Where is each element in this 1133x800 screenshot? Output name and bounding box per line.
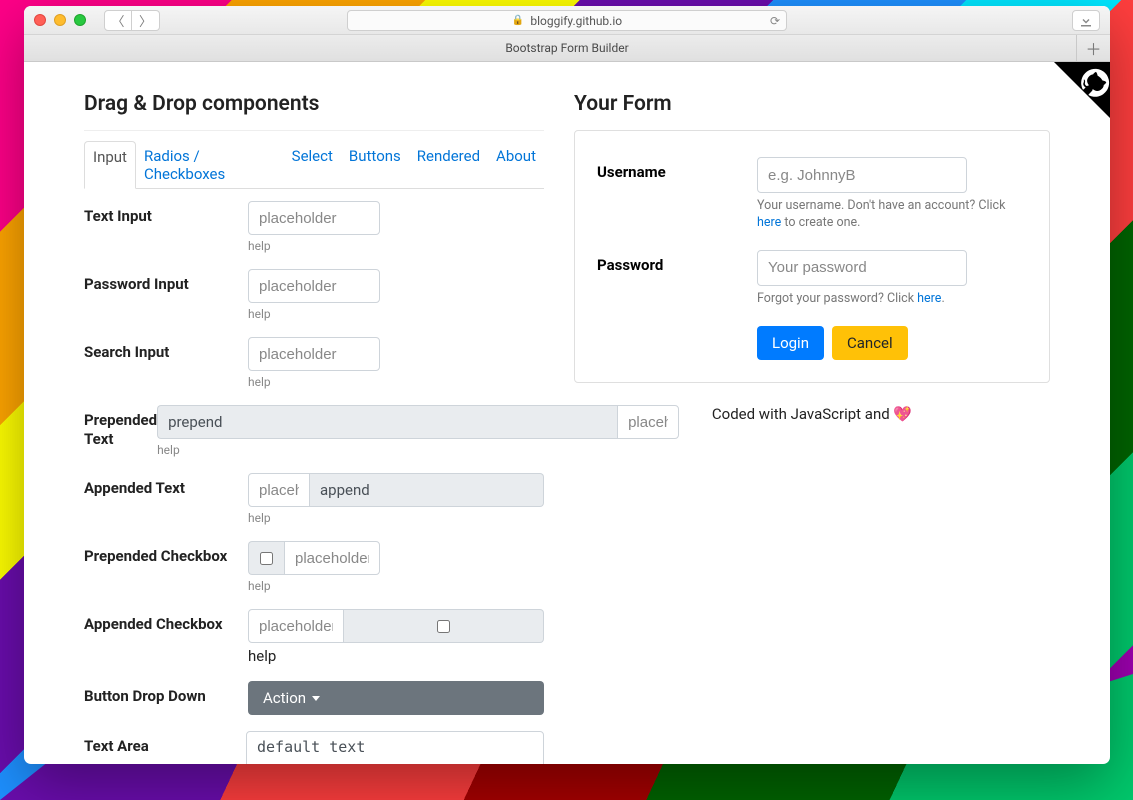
tab-input[interactable]: Input (84, 141, 136, 189)
reload-icon[interactable]: ⟳ (770, 14, 780, 28)
forgot-password-link[interactable]: here (917, 291, 941, 306)
page-footer: Coded with JavaScript and 💖 (574, 405, 1050, 423)
username-hint: Your username. Don't have an account? Cl… (757, 198, 1027, 232)
component-search-input[interactable]: Search Input help (84, 337, 544, 389)
form-actions: Login Cancel (757, 326, 1027, 360)
help-text: help (248, 239, 544, 253)
nav-buttons: 〈 〉 (104, 10, 160, 31)
page: Drag & Drop components Input Radios / Ch… (24, 62, 1110, 764)
form-row-password: Password Forgot your password? Click her… (597, 250, 1027, 308)
label-appended-checkbox: Appended Checkbox (84, 609, 248, 634)
append-checkbox-addon (344, 609, 544, 643)
address-bar[interactable]: 🔒 bloggify.github.io ⟳ (347, 10, 787, 31)
text-input-field[interactable] (248, 201, 380, 235)
your-form-heading: Your Form (574, 92, 1050, 116)
tab-radios-checkboxes[interactable]: Radios / Checkboxes (136, 141, 284, 189)
new-tab-button[interactable]: ＋ (1076, 35, 1110, 61)
prepend-addon: prepend (157, 405, 617, 439)
cancel-button[interactable]: Cancel (832, 326, 908, 360)
component-prepended-text[interactable]: Prepended Text prepend help (84, 405, 544, 457)
help-text: help (248, 579, 544, 593)
browser-window: 〈 〉 🔒 bloggify.github.io ⟳ Bootstrap For… (24, 6, 1110, 764)
label-appended-text: Appended Text (84, 473, 248, 498)
download-icon (1080, 15, 1092, 27)
lock-icon: 🔒 (512, 15, 524, 26)
components-heading: Drag & Drop components (84, 92, 544, 116)
downloads-button[interactable] (1072, 10, 1100, 31)
form-row-username: Username Your username. Don't have an ac… (597, 157, 1027, 232)
textarea-field[interactable]: default text (246, 731, 544, 764)
components-panel: Drag & Drop components Input Radios / Ch… (84, 92, 544, 764)
label-username: Username (597, 157, 757, 232)
back-button[interactable]: 〈 (104, 10, 132, 31)
tab-rendered[interactable]: Rendered (409, 141, 488, 189)
username-field[interactable] (757, 157, 967, 193)
create-account-link[interactable]: here (757, 215, 781, 230)
help-text: help (248, 511, 544, 525)
tab-buttons[interactable]: Buttons (341, 141, 409, 189)
action-dropdown-button[interactable]: Action (248, 681, 544, 715)
password-field[interactable] (757, 250, 967, 286)
label-prepended-text: Prepended Text (84, 405, 157, 449)
component-password-input[interactable]: Password Input help (84, 269, 544, 321)
maximize-window-button[interactable] (74, 14, 86, 26)
prepend-checkbox[interactable] (260, 552, 273, 565)
search-input-field[interactable] (248, 337, 380, 371)
component-textarea[interactable]: Text Area default text (84, 731, 544, 764)
label-button-dropdown: Button Drop Down (84, 681, 248, 706)
help-text: help (248, 647, 544, 665)
browser-titlebar: 〈 〉 🔒 bloggify.github.io ⟳ (24, 6, 1110, 35)
your-form-panel: Your Form Username Your username. Don't … (574, 92, 1050, 764)
close-window-button[interactable] (34, 14, 46, 26)
tab-select[interactable]: Select (284, 141, 341, 189)
window-controls (34, 14, 86, 26)
append-checkbox[interactable] (437, 620, 450, 633)
component-appended-checkbox[interactable]: Appended Checkbox help (84, 609, 544, 665)
label-password-input: Password Input (84, 269, 248, 294)
action-dropdown-label: Action (263, 689, 306, 707)
component-appended-text[interactable]: Appended Text append help (84, 473, 544, 525)
prepend-checkbox-addon (248, 541, 284, 575)
form-card: Username Your username. Don't have an ac… (574, 130, 1050, 383)
url-text: bloggify.github.io (530, 14, 622, 28)
caret-down-icon (312, 696, 320, 701)
github-icon (1073, 63, 1110, 105)
help-text: help (248, 375, 544, 389)
minimize-window-button[interactable] (54, 14, 66, 26)
label-prepended-checkbox: Prepended Checkbox (84, 541, 248, 566)
browser-tab-title[interactable]: Bootstrap Form Builder (505, 41, 628, 55)
label-textarea: Text Area (84, 731, 246, 756)
label-search-input: Search Input (84, 337, 248, 362)
label-password: Password (597, 250, 757, 308)
component-button-dropdown[interactable]: Button Drop Down Action (84, 681, 544, 715)
tab-about[interactable]: About (488, 141, 544, 189)
forward-button[interactable]: 〉 (132, 10, 160, 31)
login-button[interactable]: Login (757, 326, 824, 360)
component-prepended-checkbox[interactable]: Prepended Checkbox help (84, 541, 544, 593)
github-corner[interactable] (1024, 62, 1110, 148)
append-addon: append (310, 473, 544, 507)
appended-checkbox-field[interactable] (248, 609, 344, 643)
password-input-field[interactable] (248, 269, 380, 303)
password-hint: Forgot your password? Click here. (757, 291, 1027, 308)
browser-tabbar: Bootstrap Form Builder ＋ (24, 35, 1110, 62)
component-tabs: Input Radios / Checkboxes Select Buttons… (84, 141, 544, 189)
appended-text-field[interactable] (248, 473, 310, 507)
label-text-input: Text Input (84, 201, 248, 226)
component-text-input[interactable]: Text Input help (84, 201, 544, 253)
prepended-checkbox-field[interactable] (284, 541, 380, 575)
divider (84, 130, 544, 131)
help-text: help (248, 307, 544, 321)
